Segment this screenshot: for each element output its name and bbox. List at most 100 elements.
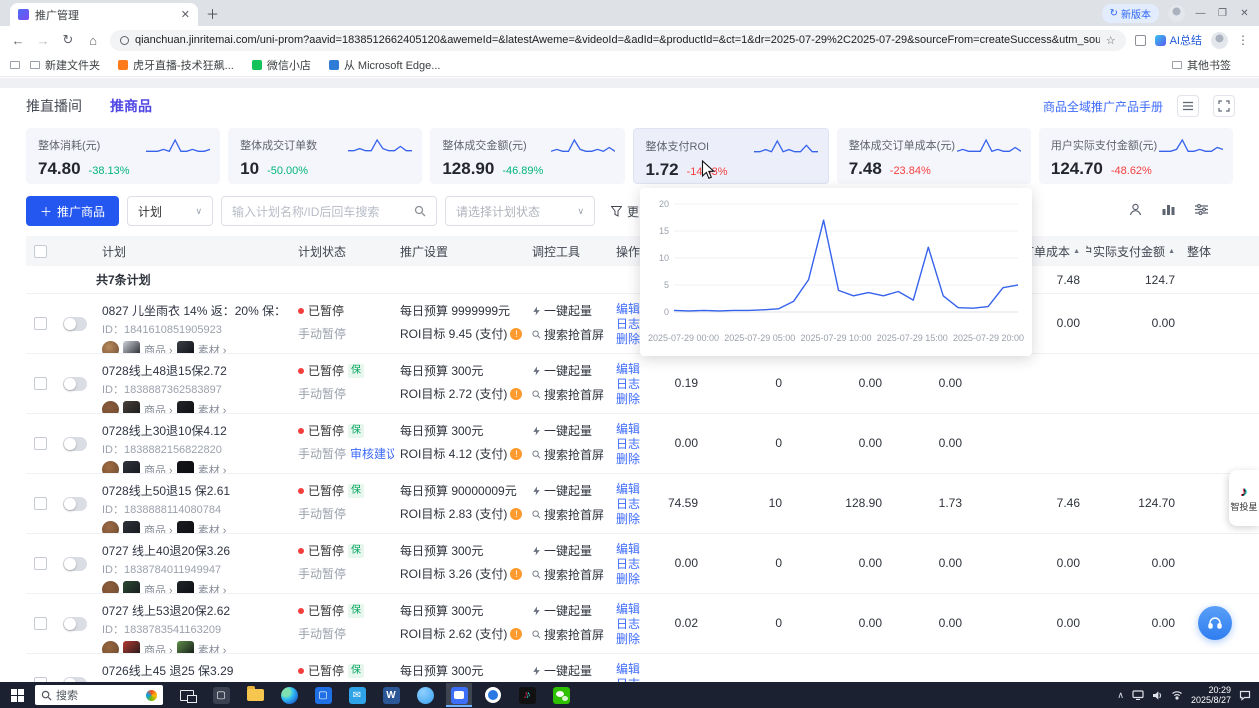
display-icon[interactable] <box>1132 690 1144 700</box>
header-overall[interactable]: 整体 <box>1181 236 1259 266</box>
wechat-icon[interactable] <box>548 683 574 707</box>
one-key-boost-button[interactable]: 一键起量 <box>532 422 604 439</box>
plan-name[interactable]: 0728线上30退10保4.12 <box>102 422 286 439</box>
row-toggle-switch[interactable] <box>63 557 87 571</box>
row-checkbox[interactable] <box>34 317 47 330</box>
minimize-button[interactable]: — <box>1194 8 1207 19</box>
tray-expand-icon[interactable]: ∧ <box>1117 690 1124 701</box>
row-checkbox[interactable] <box>34 617 47 630</box>
product-link[interactable]: 商品 › <box>144 522 173 534</box>
delete-link[interactable]: 删除 <box>616 452 644 467</box>
delete-link[interactable]: 删除 <box>616 572 644 587</box>
search-input[interactable]: 输入计划名称/ID后回车搜索 <box>221 196 437 226</box>
material-link[interactable]: 素材 › <box>198 522 227 534</box>
one-key-boost-button[interactable]: 一键起量 <box>532 482 604 499</box>
plan-name[interactable]: 0728线上50退15 保2.61 <box>102 482 286 499</box>
product-link[interactable]: 商品 › <box>144 642 173 654</box>
search-first-screen-button[interactable]: 搜索抢首屏 <box>532 326 604 343</box>
plan-name[interactable]: 0727 线上53退20保2.62 <box>102 602 286 619</box>
warning-icon[interactable]: ! <box>510 628 522 640</box>
edit-link[interactable]: 编辑 <box>616 482 644 497</box>
edit-link[interactable]: 编辑 <box>616 662 644 677</box>
one-key-boost-button[interactable]: 一键起量 <box>532 602 604 619</box>
product-link[interactable]: 商品 › <box>144 342 173 354</box>
product-link[interactable]: 商品 › <box>144 582 173 594</box>
search-first-screen-button[interactable]: 搜索抢首屏 <box>532 506 604 523</box>
warning-icon[interactable]: ! <box>510 328 522 340</box>
log-link[interactable]: 日志 <box>616 437 644 452</box>
task-view-icon[interactable] <box>174 683 200 707</box>
edit-link[interactable]: 编辑 <box>616 362 644 377</box>
search-icon[interactable] <box>414 205 426 217</box>
product-manual-link[interactable]: 商品全域推广产品手册 <box>1043 98 1163 115</box>
close-button[interactable]: ✕ <box>1238 8 1251 19</box>
volume-icon[interactable] <box>1152 690 1163 701</box>
log-link[interactable]: 日志 <box>616 557 644 572</box>
header-settings[interactable]: 推广设置 <box>394 236 526 266</box>
browser-avatar[interactable] <box>1168 5 1185 22</box>
header-plan[interactable]: 计划 <box>96 236 292 266</box>
plan-name[interactable]: 0726线上45 退25 保3.29 <box>102 662 286 679</box>
extensions-icon[interactable] <box>1135 35 1146 46</box>
warning-icon[interactable]: ! <box>510 568 522 580</box>
taskbar-search-box[interactable]: 搜索 <box>35 685 163 705</box>
back-icon[interactable]: ← <box>10 33 26 48</box>
new-tab-button[interactable]: ＋ <box>206 8 219 21</box>
search-first-screen-button[interactable]: 搜索抢首屏 <box>532 566 604 583</box>
row-checkbox[interactable] <box>34 557 47 570</box>
edge-browser-icon[interactable] <box>276 683 302 707</box>
plan-status-select[interactable]: 请选择计划状态∨ <box>445 196 595 226</box>
customer-service-button[interactable] <box>1198 606 1232 640</box>
bookmark-star-icon[interactable]: ☆ <box>1106 34 1116 47</box>
stat-card[interactable]: 整体成交金额(元)128.90-46.89% <box>430 128 624 184</box>
stat-card[interactable]: 整体成交订单数10-50.00% <box>228 128 422 184</box>
material-link[interactable]: 素材 › <box>198 462 227 474</box>
bookmark-item[interactable]: 虎牙直播-技术狂飙... <box>118 57 234 73</box>
delete-link[interactable]: 删除 <box>616 392 644 407</box>
log-link[interactable]: 日志 <box>616 377 644 392</box>
one-key-boost-button[interactable]: 一键起量 <box>532 662 604 679</box>
mail-icon[interactable]: ✉ <box>344 683 370 707</box>
row-toggle-switch[interactable] <box>63 437 87 451</box>
warning-icon[interactable]: ! <box>510 508 522 520</box>
one-key-boost-button[interactable]: 一键起量 <box>532 362 604 379</box>
bookmark-item[interactable]: 微信小店 <box>252 57 311 73</box>
plan-name[interactable]: 0827 儿坐雨衣 14% 返：20% 保：9.92 <box>102 302 286 319</box>
home-icon[interactable]: ⌂ <box>85 33 101 48</box>
material-link[interactable]: 素材 › <box>198 582 227 594</box>
bookmark-item[interactable]: 新建文件夹 <box>30 57 100 73</box>
row-toggle-switch[interactable] <box>63 497 87 511</box>
warning-icon[interactable]: ! <box>510 388 522 400</box>
header-user-paid[interactable]: 用户实际支付金额▲ <box>1086 236 1181 266</box>
browser-menu-icon[interactable]: ⋮ <box>1237 33 1249 47</box>
stat-card[interactable]: 整体支付ROI1.72-14.43% <box>633 128 829 184</box>
edit-link[interactable]: 编辑 <box>616 422 644 437</box>
plan-name[interactable]: 0727 线上40退20保3.26 <box>102 542 286 559</box>
url-text[interactable]: qianchuan.jinritemai.com/uni-prom?aavid=… <box>135 34 1100 46</box>
product-link[interactable]: 商品 › <box>144 402 173 414</box>
one-key-boost-button[interactable]: 一键起量 <box>532 542 604 559</box>
word-icon[interactable]: W <box>378 683 404 707</box>
log-link[interactable]: 日志 <box>616 497 644 512</box>
network-icon[interactable] <box>1171 690 1183 700</box>
plan-type-select[interactable]: 计划∨ <box>127 196 213 226</box>
edit-link[interactable]: 编辑 <box>616 542 644 557</box>
profile-avatar[interactable] <box>1211 32 1228 49</box>
zhitouxing-float-button[interactable]: ♪ 智投星 <box>1229 470 1259 526</box>
delete-link[interactable]: 删除 <box>616 512 644 527</box>
reading-list-icon[interactable] <box>10 61 20 69</box>
ai-summary-button[interactable]: AI总结 <box>1155 32 1202 48</box>
tiktok-icon[interactable]: ♪ <box>514 683 540 707</box>
stat-card[interactable]: 整体成交订单成本(元)7.48-23.84% <box>837 128 1031 184</box>
stat-card[interactable]: 用户实际支付金额(元)124.70-48.62% <box>1039 128 1233 184</box>
product-link[interactable]: 商品 › <box>144 462 173 474</box>
sort-icon[interactable]: ▲ <box>1073 248 1080 255</box>
tab-promote-product[interactable]: 推商品 <box>110 96 152 116</box>
store-icon[interactable]: ▢ <box>310 683 336 707</box>
header-status[interactable]: 计划状态 <box>292 236 394 266</box>
new-version-badge[interactable]: ↻新版本 <box>1102 4 1159 23</box>
material-link[interactable]: 素材 › <box>198 402 227 414</box>
account-icon[interactable] <box>1128 202 1143 220</box>
promote-product-button[interactable]: ＋推广商品 <box>26 196 119 226</box>
notification-center-icon[interactable] <box>1239 690 1251 701</box>
